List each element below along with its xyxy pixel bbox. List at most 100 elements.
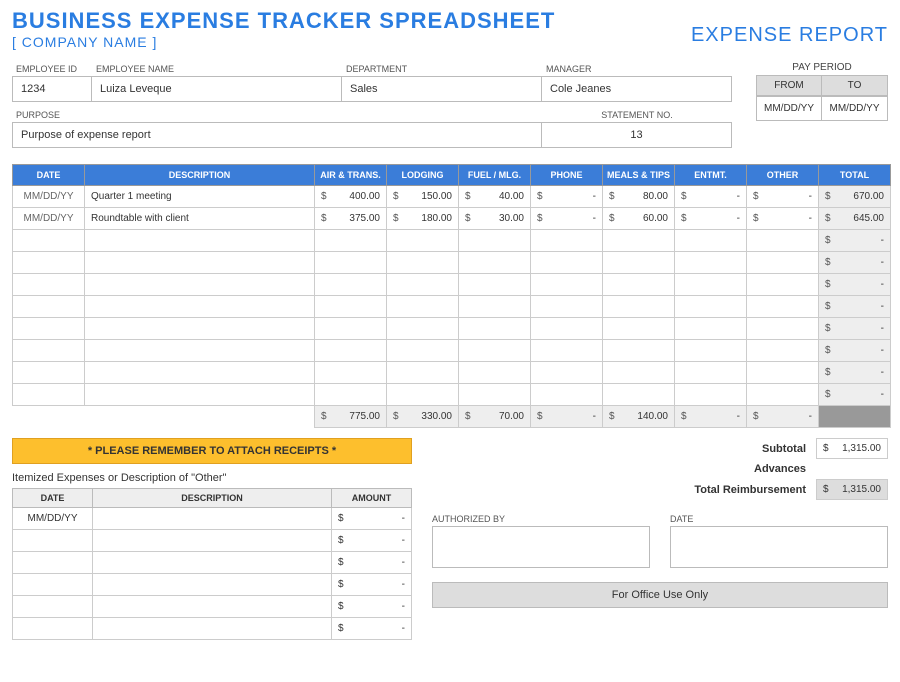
expense-cell[interactable] <box>603 252 675 274</box>
statement-no-field[interactable]: 13 <box>542 122 732 148</box>
auth-date-field[interactable] <box>670 526 888 568</box>
expense-cell[interactable] <box>459 384 531 406</box>
desc-cell[interactable] <box>85 318 315 340</box>
date-cell[interactable] <box>13 340 85 362</box>
expense-cell[interactable] <box>747 362 819 384</box>
expense-cell[interactable] <box>387 384 459 406</box>
expense-cell[interactable] <box>675 318 747 340</box>
date-cell[interactable]: MM/DD/YY <box>13 208 85 230</box>
other-desc-cell[interactable] <box>93 574 332 596</box>
other-desc-cell[interactable] <box>93 530 332 552</box>
authorized-by-field[interactable] <box>432 526 650 568</box>
expense-cell[interactable] <box>603 318 675 340</box>
expense-cell[interactable]: $180.00 <box>387 208 459 230</box>
expense-cell[interactable]: $- <box>819 362 891 384</box>
expense-cell[interactable] <box>603 340 675 362</box>
expense-cell[interactable] <box>315 384 387 406</box>
date-cell[interactable] <box>13 384 85 406</box>
other-desc-cell[interactable] <box>93 618 332 640</box>
expense-cell[interactable]: $40.00 <box>459 186 531 208</box>
other-amount-cell[interactable]: $- <box>332 530 412 552</box>
other-date-cell[interactable] <box>13 618 93 640</box>
expense-cell[interactable] <box>747 296 819 318</box>
expense-cell[interactable] <box>387 296 459 318</box>
expense-cell[interactable] <box>747 252 819 274</box>
expense-cell[interactable] <box>747 384 819 406</box>
expense-cell[interactable]: $140.00 <box>603 406 675 428</box>
expense-cell[interactable] <box>459 252 531 274</box>
expense-cell[interactable] <box>531 318 603 340</box>
expense-cell[interactable] <box>531 274 603 296</box>
expense-cell[interactable] <box>387 340 459 362</box>
expense-cell[interactable]: $- <box>747 186 819 208</box>
expense-cell[interactable]: $- <box>747 406 819 428</box>
desc-cell[interactable] <box>85 274 315 296</box>
expense-cell[interactable] <box>603 274 675 296</box>
expense-cell[interactable]: $645.00 <box>819 208 891 230</box>
expense-cell[interactable] <box>531 340 603 362</box>
expense-cell[interactable] <box>315 362 387 384</box>
expense-cell[interactable] <box>315 340 387 362</box>
expense-cell[interactable]: $- <box>819 296 891 318</box>
expense-cell[interactable] <box>747 318 819 340</box>
expense-cell[interactable] <box>531 362 603 384</box>
expense-cell[interactable] <box>675 384 747 406</box>
expense-cell[interactable] <box>603 296 675 318</box>
expense-cell[interactable] <box>315 230 387 252</box>
expense-cell[interactable]: $670.00 <box>819 186 891 208</box>
expense-cell[interactable] <box>459 318 531 340</box>
desc-cell[interactable] <box>85 296 315 318</box>
expense-cell[interactable] <box>747 274 819 296</box>
expense-cell[interactable] <box>459 296 531 318</box>
date-cell[interactable] <box>13 230 85 252</box>
expense-cell[interactable] <box>675 340 747 362</box>
expense-cell[interactable]: $- <box>747 208 819 230</box>
expense-cell[interactable] <box>459 230 531 252</box>
expense-cell[interactable] <box>675 252 747 274</box>
expense-cell[interactable]: $150.00 <box>387 186 459 208</box>
expense-cell[interactable]: $80.00 <box>603 186 675 208</box>
other-desc-cell[interactable] <box>93 508 332 530</box>
expense-cell[interactable] <box>531 296 603 318</box>
expense-cell[interactable] <box>675 296 747 318</box>
expense-cell[interactable]: $- <box>819 384 891 406</box>
expense-cell[interactable]: $- <box>675 406 747 428</box>
expense-cell[interactable]: $- <box>531 406 603 428</box>
other-amount-cell[interactable]: $- <box>332 574 412 596</box>
other-desc-cell[interactable] <box>93 596 332 618</box>
expense-cell[interactable] <box>459 362 531 384</box>
other-amount-cell[interactable]: $- <box>332 618 412 640</box>
expense-cell[interactable] <box>675 230 747 252</box>
expense-cell[interactable] <box>531 384 603 406</box>
expense-cell[interactable] <box>531 230 603 252</box>
expense-cell[interactable]: $330.00 <box>387 406 459 428</box>
expense-cell[interactable]: $- <box>819 230 891 252</box>
expense-cell[interactable]: $- <box>819 252 891 274</box>
expense-cell[interactable] <box>315 274 387 296</box>
employee-id-field[interactable]: 1234 <box>12 76 92 102</box>
manager-field[interactable]: Cole Jeanes <box>542 76 732 102</box>
expense-cell[interactable] <box>603 384 675 406</box>
purpose-field[interactable]: Purpose of expense report <box>12 122 542 148</box>
expense-cell[interactable]: $- <box>819 274 891 296</box>
expense-cell[interactable] <box>315 318 387 340</box>
expense-cell[interactable] <box>387 230 459 252</box>
expense-cell[interactable]: $60.00 <box>603 208 675 230</box>
expense-cell[interactable]: $400.00 <box>315 186 387 208</box>
expense-cell[interactable]: $- <box>531 208 603 230</box>
desc-cell[interactable] <box>85 340 315 362</box>
expense-cell[interactable]: $30.00 <box>459 208 531 230</box>
pay-period-to-field[interactable]: MM/DD/YY <box>822 96 888 121</box>
date-cell[interactable] <box>13 318 85 340</box>
expense-cell[interactable] <box>459 274 531 296</box>
desc-cell[interactable]: Roundtable with client <box>85 208 315 230</box>
expense-cell[interactable]: $- <box>675 186 747 208</box>
expense-cell[interactable] <box>387 252 459 274</box>
pay-period-from-field[interactable]: MM/DD/YY <box>756 96 822 121</box>
date-cell[interactable] <box>13 252 85 274</box>
expense-cell[interactable] <box>387 318 459 340</box>
expense-cell[interactable] <box>747 340 819 362</box>
expense-cell[interactable] <box>819 406 891 428</box>
desc-cell[interactable] <box>85 362 315 384</box>
expense-cell[interactable]: $70.00 <box>459 406 531 428</box>
